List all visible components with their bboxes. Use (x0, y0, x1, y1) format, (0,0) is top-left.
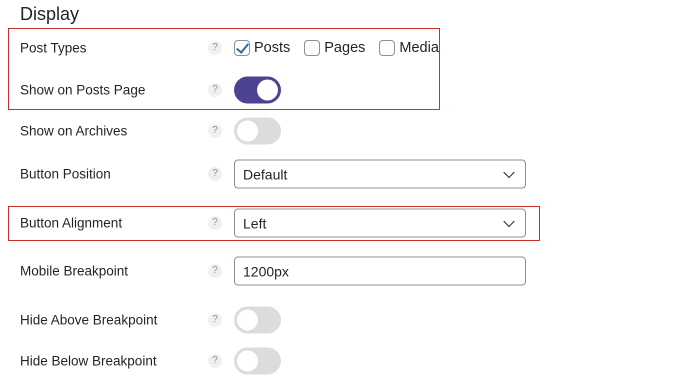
post-types-label: Post Types (20, 40, 87, 56)
chevron-down-icon (503, 166, 515, 179)
checkbox-media[interactable]: Media (379, 40, 439, 56)
button-alignment-label: Button Alignment (20, 215, 123, 231)
show-on-posts-page-toggle[interactable] (234, 76, 281, 104)
show-on-posts-page-label: Show on Posts Page (20, 82, 146, 98)
row-button-position: Button Position ? Default (0, 154, 680, 194)
button-position-label: Button Position (20, 166, 111, 182)
button-position-value: Default (243, 166, 288, 182)
help-icon[interactable]: ? (208, 216, 222, 230)
hide-above-breakpoint-toggle[interactable] (234, 306, 281, 334)
row-post-types: Post Types ? Posts Pages Media (0, 28, 680, 68)
row-button-alignment: Button Alignment ? Left (0, 203, 680, 243)
row-hide-above-breakpoint: Hide Above Breakpoint ? (0, 300, 680, 340)
checkbox-media-label: Media (399, 40, 439, 56)
checkmark-icon[interactable] (234, 40, 250, 56)
post-types-checkboxes: Posts Pages Media (234, 40, 453, 56)
help-icon[interactable]: ? (208, 41, 222, 55)
row-show-on-posts-page: Show on Posts Page ? (0, 70, 680, 110)
show-on-archives-toggle[interactable] (234, 117, 281, 145)
toggle-knob (237, 309, 258, 331)
button-position-select[interactable]: Default (234, 159, 526, 189)
checkbox-posts[interactable]: Posts (234, 40, 290, 56)
mobile-breakpoint-input[interactable]: 1200px (234, 256, 526, 286)
row-show-on-archives: Show on Archives ? (0, 111, 680, 151)
help-icon[interactable]: ? (208, 167, 222, 181)
help-icon[interactable]: ? (208, 83, 222, 97)
checkbox-pages[interactable]: Pages (304, 40, 365, 56)
button-alignment-value: Left (243, 215, 267, 231)
checkbox-pages-box[interactable] (304, 40, 321, 56)
hide-below-breakpoint-label: Hide Below Breakpoint (20, 353, 157, 369)
hide-below-breakpoint-toggle[interactable] (234, 347, 281, 375)
toggle-knob (257, 79, 278, 101)
toggle-knob (237, 120, 258, 142)
checkbox-posts-label: Posts (254, 40, 291, 56)
toggle-knob (237, 350, 258, 372)
help-icon[interactable]: ? (208, 264, 222, 278)
section-title: Display (20, 4, 80, 24)
hide-above-breakpoint-label: Hide Above Breakpoint (20, 312, 158, 328)
row-hide-below-breakpoint: Hide Below Breakpoint ? (0, 341, 680, 381)
checkbox-pages-label: Pages (324, 40, 366, 56)
help-icon[interactable]: ? (208, 354, 222, 368)
checkbox-media-box[interactable] (379, 40, 396, 56)
show-on-archives-label: Show on Archives (20, 123, 128, 139)
mobile-breakpoint-label: Mobile Breakpoint (20, 263, 129, 279)
chevron-down-icon (503, 215, 515, 228)
row-mobile-breakpoint: Mobile Breakpoint ? 1200px (0, 251, 680, 291)
help-icon[interactable]: ? (208, 313, 222, 327)
button-alignment-select[interactable]: Left (234, 208, 526, 238)
help-icon[interactable]: ? (208, 124, 222, 138)
mobile-breakpoint-value: 1200px (243, 263, 289, 279)
